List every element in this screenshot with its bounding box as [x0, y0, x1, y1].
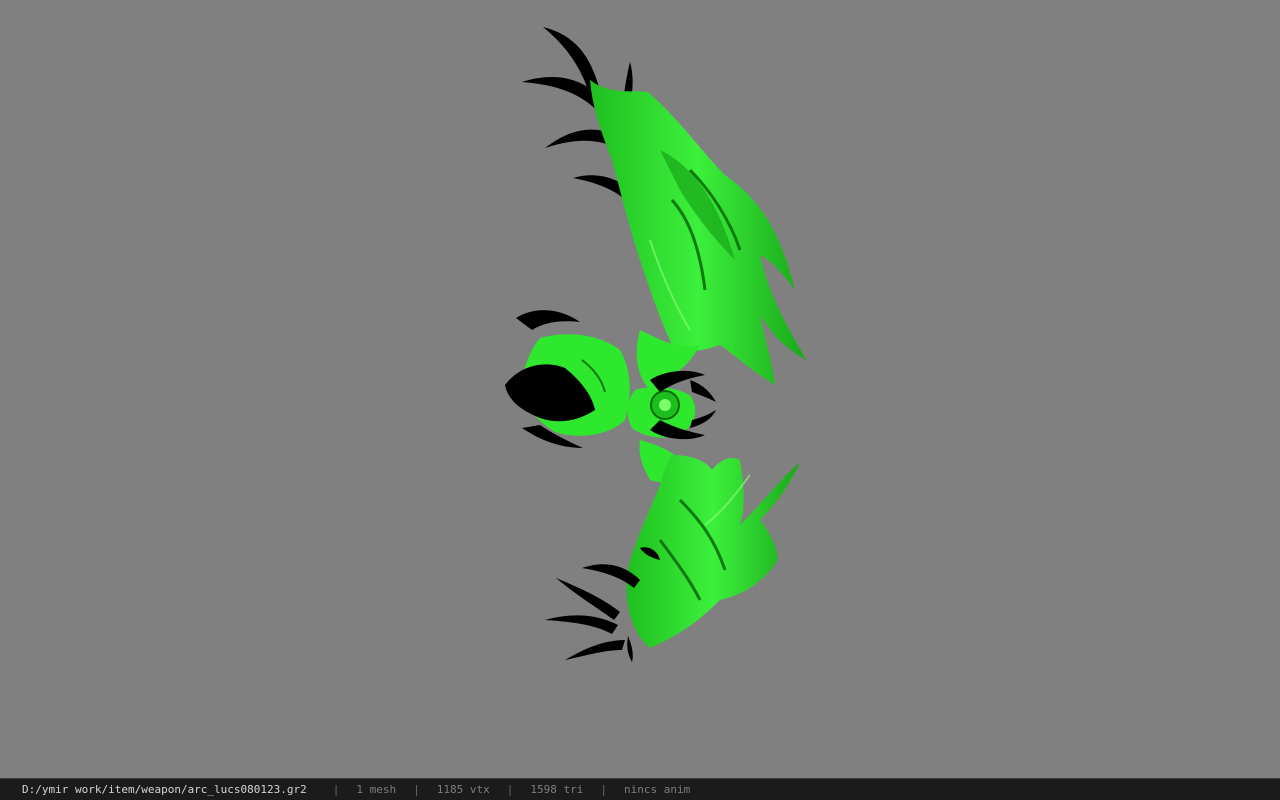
file-path: D:/ymir work/item/weapon/arc_lucs080123.… [22, 783, 307, 796]
arrow-rest [505, 310, 630, 448]
separator: | [600, 783, 607, 796]
status-bar: D:/ymir work/item/weapon/arc_lucs080123.… [0, 778, 1280, 800]
bow-model-render [505, 27, 806, 662]
triangle-count: 1598 tri [530, 783, 584, 796]
3d-viewport[interactable] [0, 0, 1280, 778]
upper-limb [590, 80, 806, 385]
animation-status: nincs anim [624, 783, 691, 796]
mesh-count: 1 mesh [356, 783, 397, 796]
separator: | [332, 783, 340, 796]
vertex-count: 1185 vtx [436, 783, 490, 796]
separator: | [413, 783, 420, 796]
separator: | [506, 783, 514, 796]
